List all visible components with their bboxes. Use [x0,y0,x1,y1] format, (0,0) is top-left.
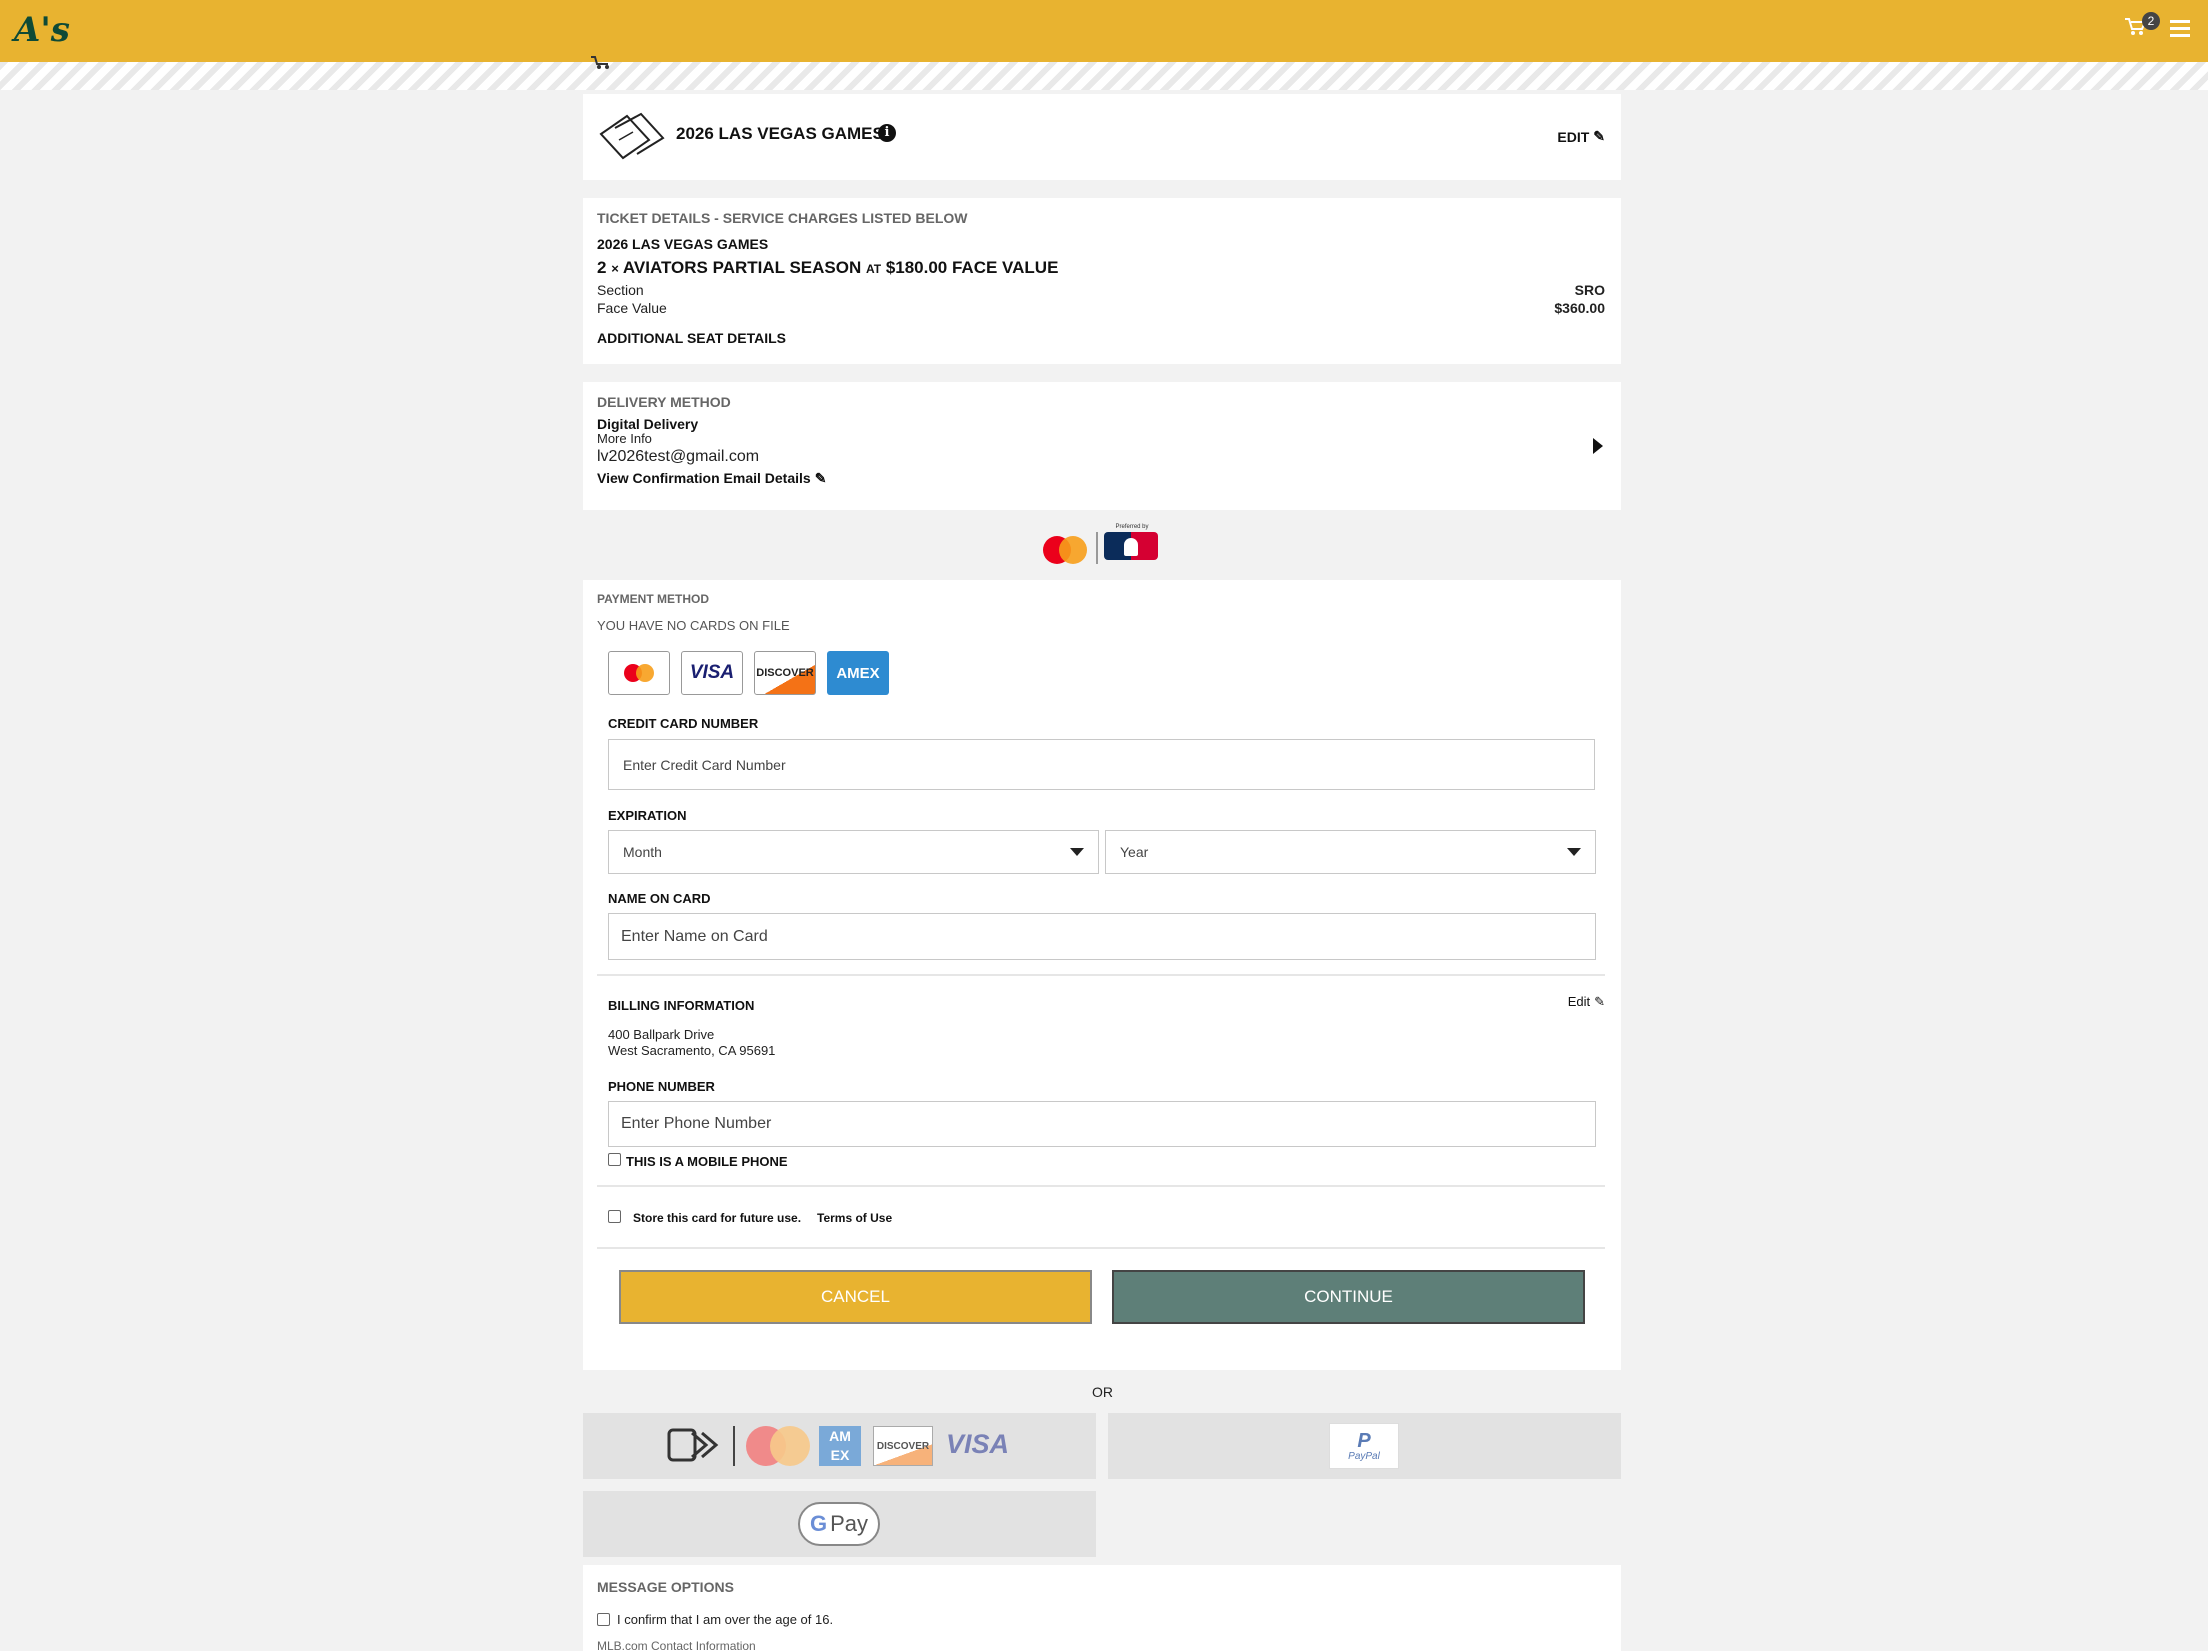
face-value-amount: $360.00 [1554,300,1605,316]
additional-seat-details-link[interactable]: ADDITIONAL SEAT DETAILS [597,330,786,346]
chevron-down-icon [1070,848,1084,856]
pencil-icon: ✎ [1594,994,1605,1009]
header-stripe [0,62,2208,90]
message-options-title: MESSAGE OPTIONS [597,1579,734,1595]
view-confirmation-link[interactable]: View Confirmation Email Details ✎ [597,470,826,487]
at-text: AT [865,262,882,276]
delivery-section-title: DELIVERY METHOD [597,394,731,410]
store-card-label: Store this card for future use. [633,1211,802,1225]
exp-year-select[interactable]: Year [1105,830,1596,874]
expiration-label: EXPIRATION [608,808,687,823]
amex-icon: AM EX [819,1426,861,1466]
edit-label: EDIT [1557,128,1590,145]
event-card: 2026 LAS VEGAS GAMES i EDIT ✎ [583,94,1621,180]
gpay-label: Pay [830,1511,869,1536]
delivery-email: lv2026test@gmail.com [597,448,760,465]
divider [597,1185,1605,1187]
mastercard-chip[interactable] [608,651,670,695]
click-to-pay-icon [667,1428,719,1462]
pencil-icon: ✎ [1593,128,1605,144]
ticket-price: $180.00 FACE VALUE [885,258,1059,277]
or-divider-text: OR [1092,1384,1113,1400]
ticket-product: AVIATORS PARTIAL SEASON [622,258,862,277]
cart-small-icon [591,56,609,69]
name-on-card-label: NAME ON CARD [608,891,711,906]
visa-chip[interactable]: VISA [681,651,743,695]
discover-icon: DISCOVER [873,1426,933,1466]
preferred-by-text: Preferred by [1115,524,1149,530]
phone-number-label: PHONE NUMBER [608,1079,715,1094]
discover-chip[interactable]: DISCOVER [754,651,816,695]
billing-info-label: BILLING INFORMATION [608,998,755,1013]
cart-count-badge: 2 [2142,12,2160,30]
mlb-logo: Preferred by [1104,524,1160,564]
visa-icon: VISA [946,1429,1010,1459]
mastercard-logo [1043,534,1089,564]
times-symbol: × [611,261,619,276]
age-confirm-checkbox[interactable] [597,1613,610,1626]
mobile-phone-label: THIS IS A MOBILE PHONE [626,1154,788,1169]
delivery-method: Digital Delivery [597,416,699,432]
exp-month-select[interactable]: Month [608,830,1099,874]
paypal-label: PayPal [1348,1450,1380,1462]
phone-number-input[interactable]: Enter Phone Number [608,1101,1596,1147]
delivery-method-card[interactable]: DELIVERY METHOD Digital Delivery More In… [583,382,1621,510]
event-edit-button[interactable]: EDIT ✎ [1557,128,1605,145]
cc-number-label: CREDIT CARD NUMBER [608,716,759,731]
click-to-pay-button[interactable]: AM EX DISCOVER VISA [583,1413,1096,1479]
more-info-link[interactable]: More Info [597,431,652,446]
athletics-logo[interactable]: A's [14,8,70,52]
paypal-button[interactable]: P PayPal [1108,1413,1621,1479]
cc-number-input[interactable]: Enter Credit Card Number [608,739,1595,790]
ticket-section-title: TICKET DETAILS - SERVICE CHARGES LISTED … [597,210,968,226]
exp-year-value: Year [1120,844,1149,860]
divider [597,1247,1605,1249]
ticket-event-name: 2026 LAS VEGAS GAMES [597,236,769,252]
no-cards-text: YOU HAVE NO CARDS ON FILE [597,618,790,633]
contact-info-title: MLB.com Contact Information [597,1639,756,1651]
amex-chip[interactable]: AMEX [827,651,889,695]
ticket-line: 2 × AVIATORS PARTIAL SEASON AT $180.00 F… [597,258,1058,278]
ticket-details-card: TICKET DETAILS - SERVICE CHARGES LISTED … [583,198,1621,364]
separator [733,1426,735,1466]
google-g-icon: G [809,1511,828,1536]
mobile-phone-checkbox[interactable] [608,1153,621,1166]
face-value-label: Face Value [597,300,667,316]
exp-month-value: Month [623,844,662,860]
sponsor-divider [1096,532,1098,564]
payment-section-title: PAYMENT METHOD [597,592,710,606]
info-icon[interactable]: i [878,124,896,142]
chevron-right-icon[interactable] [1593,438,1603,454]
payment-method-card: PAYMENT METHOD YOU HAVE NO CARDS ON FILE… [583,580,1621,1370]
continue-button[interactable]: CONTINUE [1112,1270,1585,1324]
phone-number-placeholder: Enter Phone Number [621,1115,772,1132]
billing-edit-button[interactable]: Edit ✎ [1568,994,1605,1010]
divider [597,974,1605,976]
message-options-card: MESSAGE OPTIONS I confirm that I am over… [583,1565,1621,1651]
section-value: SRO [1574,282,1605,298]
cc-number-placeholder: Enter Credit Card Number [623,756,786,773]
age-confirm-label: I confirm that I am over the age of 16. [617,1612,834,1627]
top-header: A's 2 [0,0,2208,62]
ticket-qty: 2 [597,258,607,277]
billing-address-line2: West Sacramento, CA 95691 [608,1043,776,1058]
tickets-icon [599,112,665,160]
google-pay-button[interactable]: G Pay [583,1491,1096,1557]
billing-address-line1: 400 Ballpark Drive [608,1027,715,1042]
name-on-card-input[interactable]: Enter Name on Card [608,913,1596,960]
event-title: 2026 LAS VEGAS GAMES [676,124,884,143]
mastercard-icon [746,1426,810,1466]
paypal-icon: P PayPal [1329,1423,1399,1469]
terms-of-use-link[interactable]: Terms of Use [817,1211,892,1225]
name-on-card-placeholder: Enter Name on Card [621,927,768,945]
view-confirmation-label: View Confirmation Email Details [597,470,811,486]
billing-edit-label: Edit [1567,994,1591,1009]
chevron-down-icon [1567,848,1581,856]
google-pay-icon: G Pay [798,1502,880,1546]
hamburger-menu-icon[interactable] [2170,20,2190,37]
store-card-checkbox[interactable] [608,1210,621,1223]
section-label: Section [597,282,644,298]
cancel-button[interactable]: CANCEL [619,1270,1092,1324]
pencil-icon: ✎ [814,470,827,486]
